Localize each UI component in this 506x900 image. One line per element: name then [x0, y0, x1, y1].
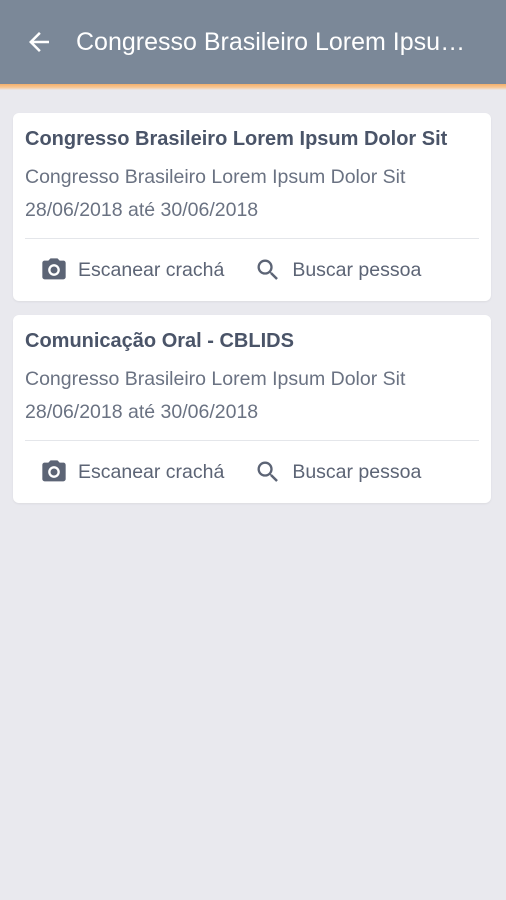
search-icon	[257, 259, 279, 280]
event-dates: 28/06/2018 até 30/06/2018	[25, 199, 259, 221]
scan-badge-button[interactable]: Escanear crachá	[40, 458, 224, 486]
arrow-left-icon	[29, 32, 49, 52]
back-button[interactable]	[19, 22, 59, 62]
scan-badge-button[interactable]: Escanear crachá	[40, 256, 224, 284]
page-title: Congresso Brasileiro Lorem Ipsum Dolor S…	[76, 27, 476, 56]
app-bar: Congresso Brasileiro Lorem Ipsum Dolor S…	[0, 0, 506, 84]
event-card[interactable]: Comunicação Oral - CBLIDS Congresso Bras…	[13, 315, 491, 503]
scan-badge-label: Escanear crachá	[78, 460, 225, 483]
event-subtitle: Congresso Brasileiro Lorem Ipsum Dolor S…	[25, 166, 406, 188]
search-person-button[interactable]: Buscar pessoa	[254, 458, 421, 486]
search-person-label: Buscar pessoa	[292, 258, 422, 281]
card-actions: Escanear crachá Buscar pessoa	[25, 441, 479, 503]
app-bar-accent-line	[0, 84, 506, 90]
scan-badge-label: Escanear crachá	[78, 258, 225, 281]
event-dates: 28/06/2018 até 30/06/2018	[25, 401, 259, 423]
event-card[interactable]: Congresso Brasileiro Lorem Ipsum Dolor S…	[13, 113, 491, 301]
event-title: Comunicação Oral - CBLIDS	[25, 330, 294, 352]
card-actions: Escanear crachá Buscar pessoa	[25, 239, 479, 301]
search-person-button[interactable]: Buscar pessoa	[254, 256, 421, 284]
event-subtitle: Congresso Brasileiro Lorem Ipsum Dolor S…	[25, 368, 406, 390]
search-icon	[257, 461, 279, 482]
camera-icon	[42, 258, 66, 280]
event-list: Congresso Brasileiro Lorem Ipsum Dolor S…	[13, 113, 491, 517]
camera-icon	[42, 460, 66, 482]
search-person-label: Buscar pessoa	[292, 460, 422, 483]
event-title: Congresso Brasileiro Lorem Ipsum Dolor S…	[25, 128, 448, 150]
